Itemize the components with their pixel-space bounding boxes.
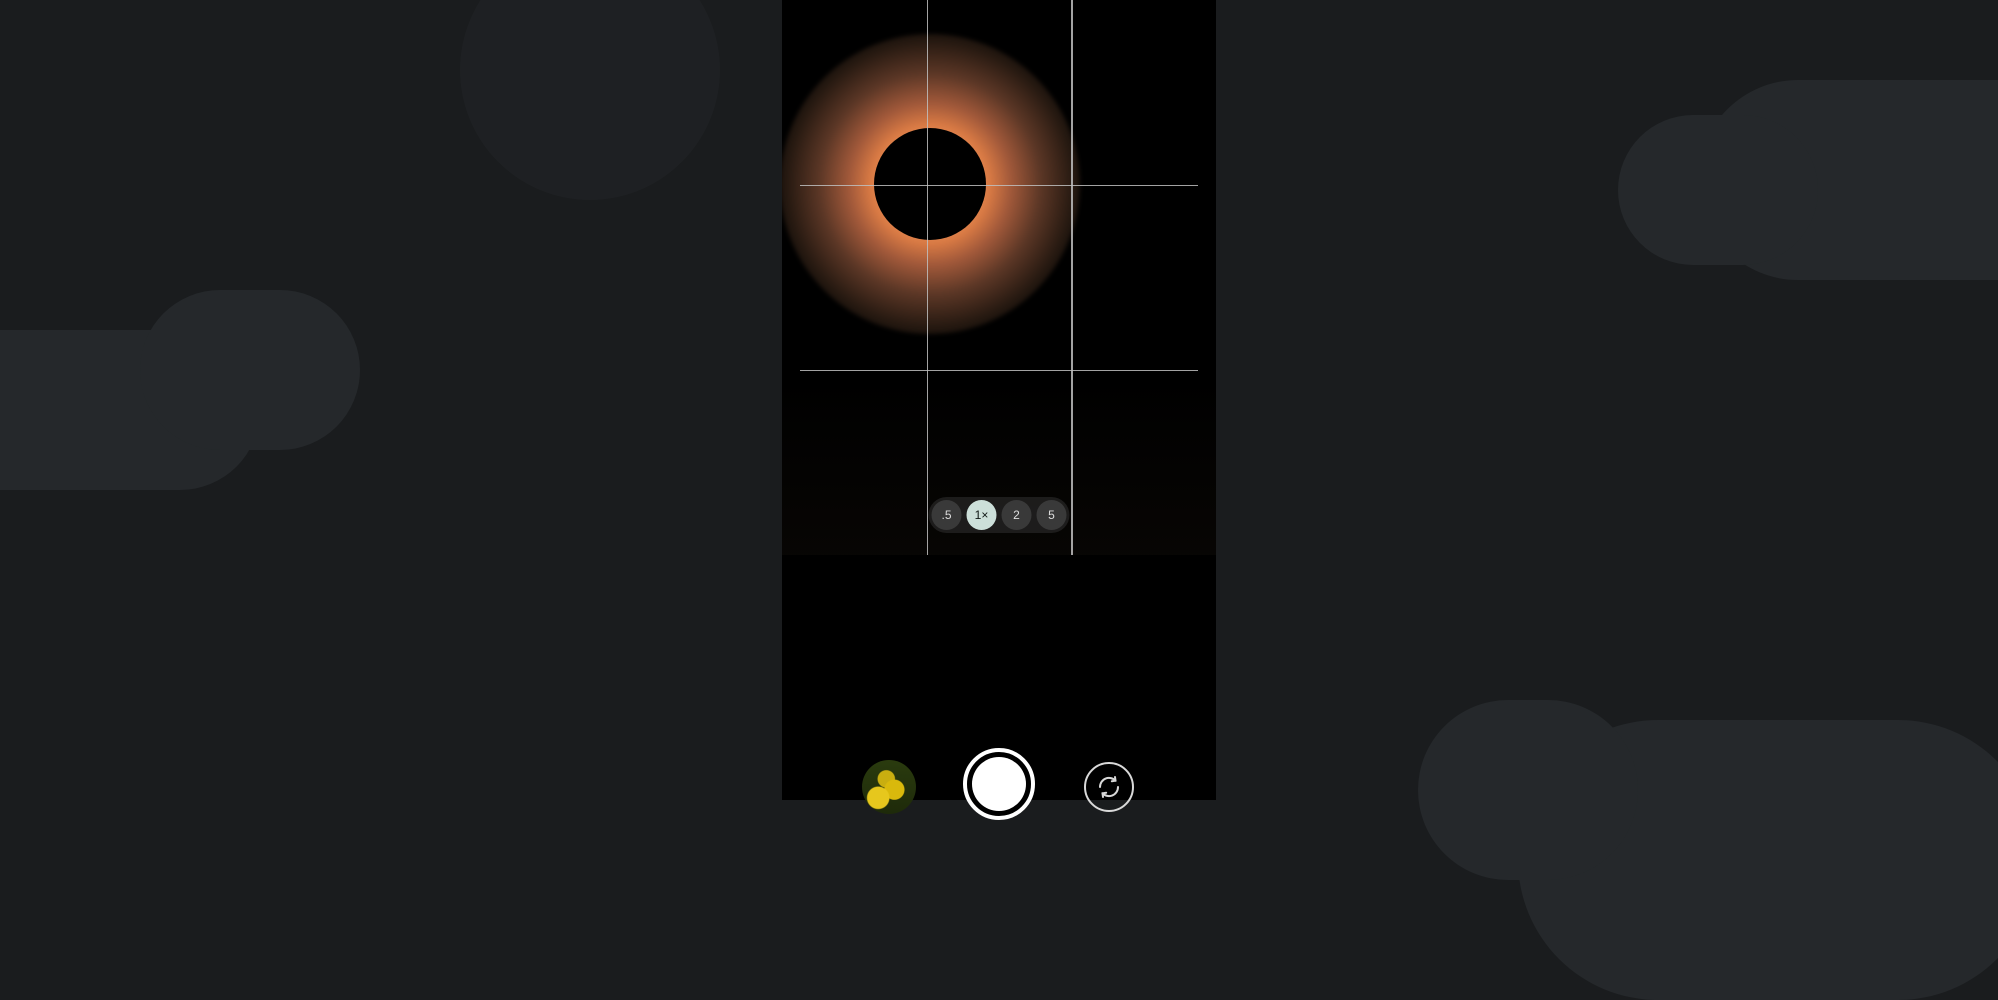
- bg-cloud: [1618, 115, 1818, 265]
- grid-line-vertical: [1071, 0, 1073, 555]
- bg-cloud: [1418, 700, 1638, 880]
- camera-viewfinder[interactable]: .5 1× 2 5: [782, 0, 1216, 555]
- shutter-button[interactable]: [963, 748, 1035, 820]
- camera-controls-bar: [782, 554, 1216, 814]
- zoom-option-5x[interactable]: 5: [1037, 500, 1067, 530]
- flip-camera-icon: [1097, 775, 1121, 799]
- switch-camera-button[interactable]: [1084, 762, 1134, 812]
- bg-cloud: [140, 290, 360, 450]
- grid-line-vertical: [927, 0, 929, 555]
- gallery-thumbnail-button[interactable]: [862, 760, 916, 814]
- zoom-level-selector: .5 1× 2 5: [929, 497, 1070, 533]
- zoom-option-0.5x[interactable]: .5: [932, 500, 962, 530]
- camera-app-frame: .5 1× 2 5: [782, 0, 1216, 800]
- zoom-option-1x[interactable]: 1×: [967, 500, 997, 530]
- zoom-option-2x[interactable]: 2: [1002, 500, 1032, 530]
- grid-line-horizontal: [800, 370, 1198, 372]
- grid-line-horizontal: [800, 185, 1198, 187]
- bg-cloud: [460, 0, 720, 200]
